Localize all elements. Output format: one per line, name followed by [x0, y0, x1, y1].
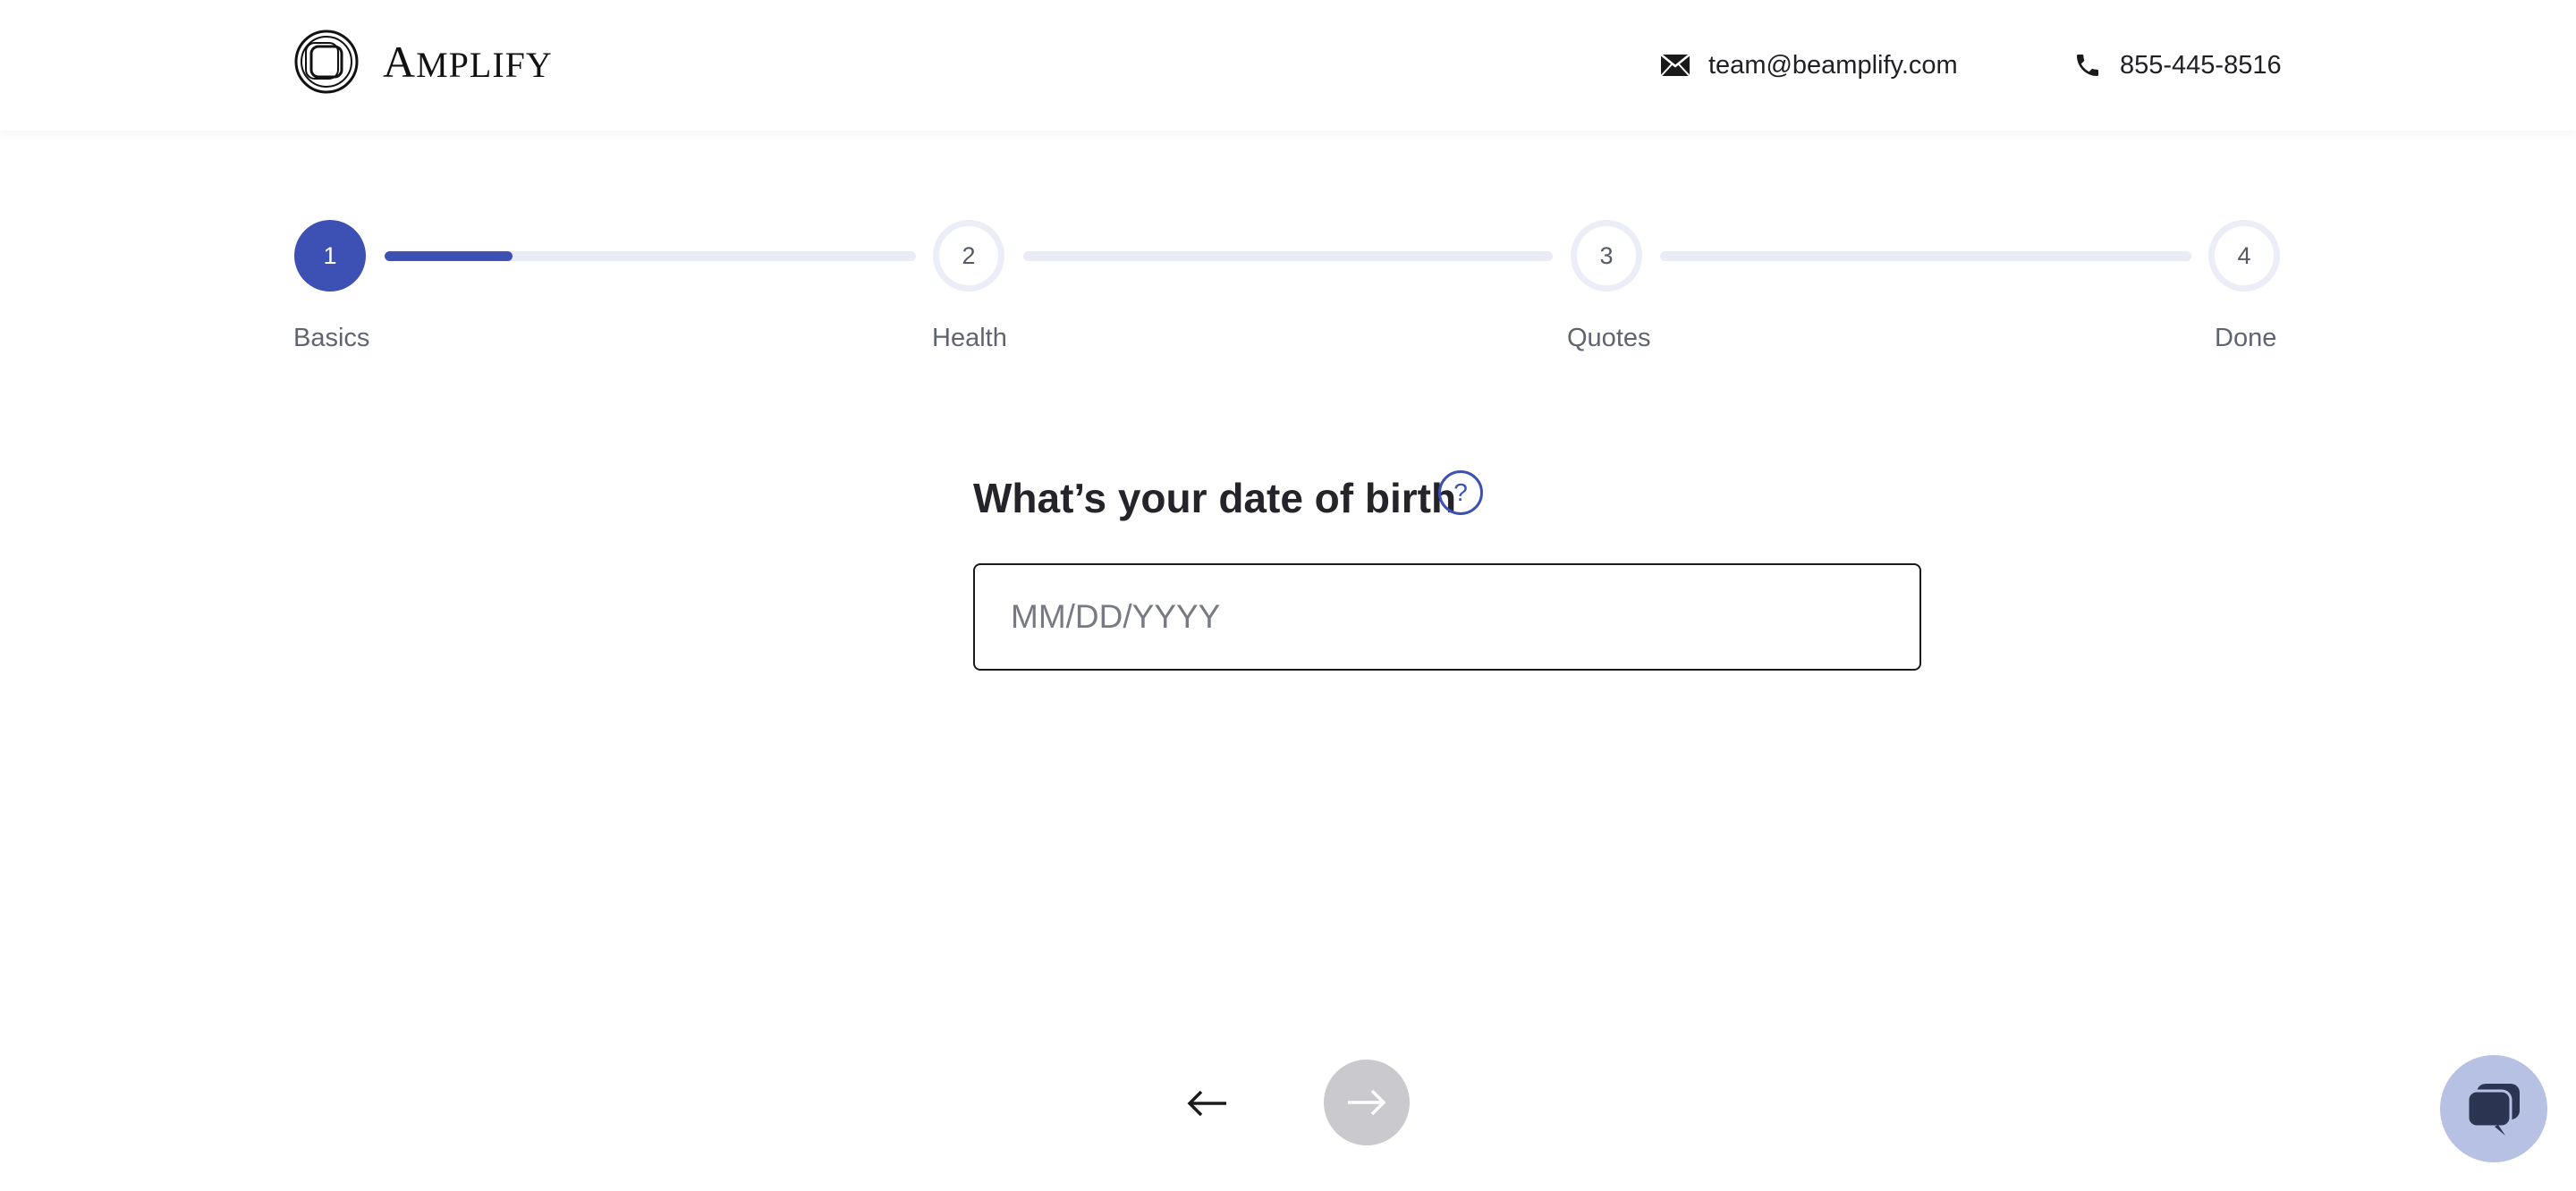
step-2-track: [1023, 251, 1553, 261]
chat-launcher-button[interactable]: [2440, 1055, 2547, 1162]
step-3-label: Quotes: [1567, 324, 1651, 352]
step-4-circle: 4: [2208, 220, 2280, 291]
arrow-right-icon: [1348, 1089, 1386, 1116]
email-contact[interactable]: team@beamplify.com: [1660, 43, 1958, 88]
site-header: AMPLIFY team@beamplify.com 855-445-8516: [0, 0, 2576, 131]
arrow-left-icon: [1187, 1090, 1226, 1117]
step-3-track: [1660, 251, 2191, 261]
step-1-progress-fill: [385, 251, 513, 261]
help-icon[interactable]: ?: [1438, 470, 1483, 515]
amplify-logo-icon: [294, 30, 359, 94]
envelope-icon: [1660, 54, 1690, 77]
step-4-label: Done: [2215, 324, 2277, 352]
amplify-logo[interactable]: AMPLIFY: [293, 29, 553, 95]
chat-bubbles-icon: [2466, 1084, 2520, 1136]
email-address[interactable]: team@beamplify.com: [1708, 51, 1958, 80]
step-1-label: Basics: [293, 324, 370, 352]
phone-number[interactable]: 855-445-8516: [2120, 51, 2282, 80]
next-button[interactable]: [1324, 1060, 1410, 1145]
dob-question: What’s your date of birth: [973, 475, 1457, 521]
step-1-circle: 1: [294, 220, 366, 291]
phone-icon: [2073, 51, 2102, 80]
dob-input[interactable]: [973, 563, 1921, 671]
step-2-circle: 2: [933, 220, 1004, 291]
logo-wordmark: AMPLIFY: [383, 37, 553, 87]
step-1-track: [385, 251, 916, 261]
back-button[interactable]: [1181, 1068, 1234, 1139]
step-3-circle: 3: [1571, 220, 1642, 291]
step-2-label: Health: [932, 324, 1007, 352]
phone-contact[interactable]: 855-445-8516: [2073, 43, 2282, 88]
